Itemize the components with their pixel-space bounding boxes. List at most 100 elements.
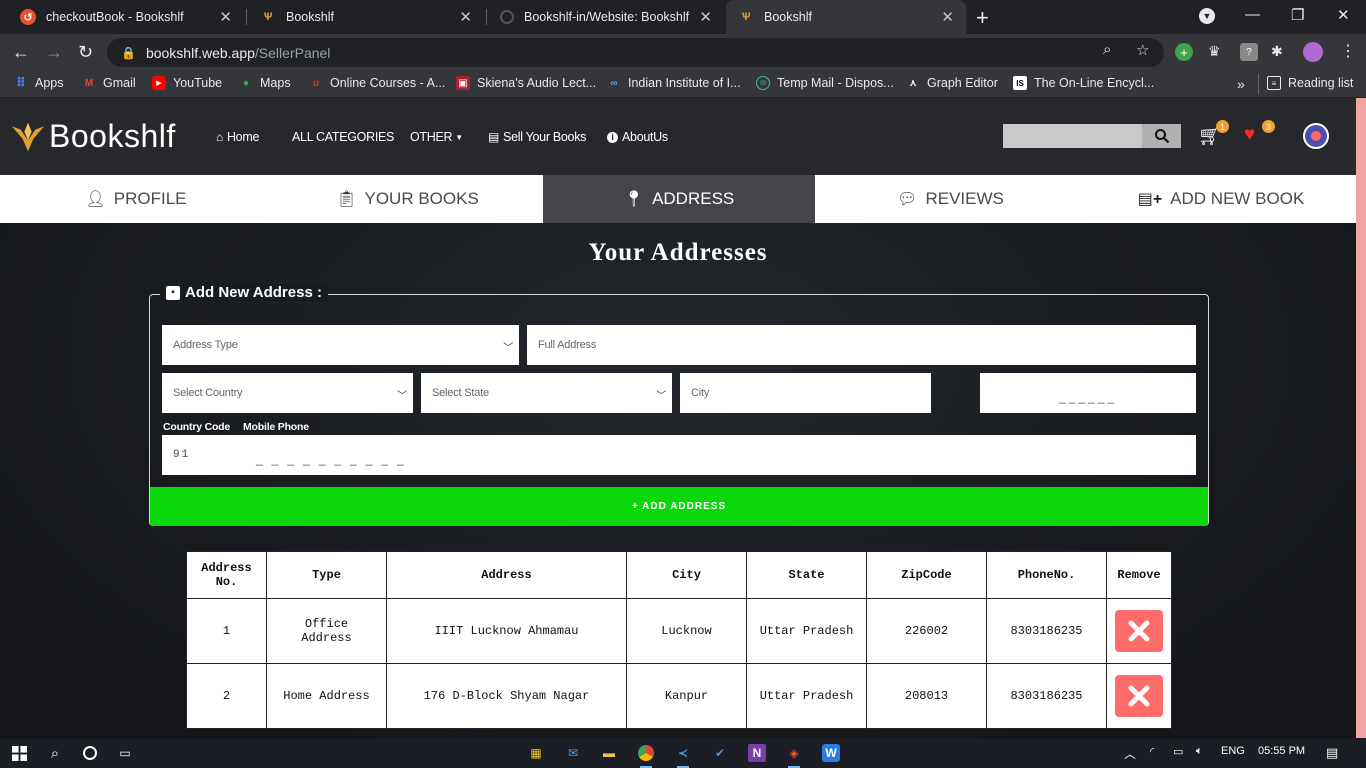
- cell-phone: 8303186235: [986, 663, 1107, 729]
- browser-menu-icon[interactable]: ⋮: [1340, 41, 1356, 61]
- browser-tab-checkout[interactable]: ↺ checkoutBook - Bookshlf ✕: [8, 0, 244, 34]
- mail-icon[interactable]: ✉: [564, 744, 582, 762]
- windows-start-icon[interactable]: [10, 744, 28, 762]
- close-tab-icon[interactable]: ✕: [219, 8, 232, 26]
- notifications-icon[interactable]: ▤: [1326, 745, 1338, 761]
- nav-home[interactable]: ⌂ Home: [216, 130, 259, 144]
- site-logo[interactable]: Bookshlf: [10, 118, 176, 155]
- file-explorer-icon[interactable]: ▬: [600, 744, 618, 762]
- volume-icon[interactable]: 🔈︎: [1196, 745, 1203, 758]
- bookmark-apps[interactable]: ⠿ Apps: [14, 75, 64, 90]
- nav-all-categories[interactable]: ALL CATEGORIES: [292, 130, 394, 144]
- clock[interactable]: 05:55 PM: [1258, 745, 1305, 757]
- youtube-icon: ▶: [152, 76, 166, 90]
- info-icon: i: [607, 131, 618, 143]
- wifi-icon[interactable]: ◜: [1150, 745, 1154, 758]
- form-legend: ▪ Add New Address :: [160, 284, 328, 301]
- add-address-form: ▪ Add New Address : Address Type ﹀ Full …: [149, 284, 1209, 526]
- url-host: bookshlf.web.app: [145, 44, 255, 61]
- bookmark-maps[interactable]: ● Maps: [239, 76, 291, 90]
- country-code-input[interactable]: 91: [162, 435, 240, 475]
- address-card-icon: ▪: [166, 285, 180, 300]
- site-search-input[interactable]: [1003, 124, 1142, 148]
- onenote-icon[interactable]: N: [748, 744, 766, 762]
- city-input[interactable]: City: [680, 373, 931, 413]
- forward-icon[interactable]: →: [45, 42, 63, 63]
- battery-icon[interactable]: ▭: [1173, 745, 1183, 758]
- close-tab-icon[interactable]: ✕: [941, 8, 954, 26]
- tab-add-new-book[interactable]: ▤+ ADD NEW BOOK: [1086, 175, 1356, 223]
- country-select[interactable]: Select Country ﹀: [162, 373, 413, 413]
- restore-icon[interactable]: ❐: [1291, 6, 1304, 24]
- browser-tab-github[interactable]: Bookshlf-in/Website: Bookshlf W ✕: [488, 0, 724, 34]
- vscode-icon[interactable]: ≺: [674, 744, 692, 768]
- cell-city: Kanpur: [626, 663, 747, 729]
- profile-avatar-icon[interactable]: [1303, 42, 1323, 62]
- minimize-icon[interactable]: —: [1245, 6, 1260, 23]
- bookmark-youtube[interactable]: ▶ YouTube: [152, 76, 222, 90]
- bookmark-online-courses[interactable]: u Online Courses - A...: [309, 76, 445, 90]
- reading-list[interactable]: ≡ Reading list: [1267, 76, 1353, 90]
- caret-down-icon: ▼: [455, 132, 463, 142]
- state-select[interactable]: Select State ﹀: [421, 373, 672, 413]
- pincode-input[interactable]: ______: [980, 373, 1196, 413]
- extension-cup-icon[interactable]: ♛: [1208, 43, 1226, 61]
- brave-icon[interactable]: ◈: [785, 744, 803, 768]
- bookmark-oeis[interactable]: IS The On-Line Encycl...: [1013, 76, 1154, 90]
- nav-other[interactable]: OTHER ▼: [410, 130, 463, 144]
- map-marker-icon: 📍︎: [623, 191, 645, 208]
- bookmarks-overflow[interactable]: »: [1237, 76, 1245, 92]
- browser-tab-bookshlf[interactable]: Ѱ Bookshlf ✕: [248, 0, 484, 34]
- tab-search-icon[interactable]: ▼: [1199, 8, 1215, 24]
- wishlist-heart-icon[interactable]: ♥: [1244, 124, 1255, 146]
- bookmark-star-icon[interactable]: ☆: [1136, 41, 1149, 59]
- nav-sell-books[interactable]: ▤ Sell Your Books: [488, 130, 586, 144]
- tab-reviews[interactable]: 💬︎ REVIEWS: [815, 175, 1086, 223]
- tab-your-books[interactable]: 📋︎ YOUR BOOKS: [272, 175, 543, 223]
- cell-type: Office Address: [266, 598, 387, 664]
- remove-address-button[interactable]: [1115, 675, 1163, 717]
- chrome-icon[interactable]: [637, 744, 655, 768]
- extension-shield-icon[interactable]: ?: [1240, 43, 1258, 61]
- add-address-button[interactable]: + ADD ADDRESS: [150, 487, 1208, 526]
- bookmark-graph-editor[interactable]: ⋏ Graph Editor: [906, 76, 998, 90]
- todo-icon[interactable]: ✔: [711, 744, 729, 762]
- bookmark-gmail[interactable]: M Gmail: [82, 76, 136, 90]
- mobile-phone-input[interactable]: __________: [240, 435, 1196, 475]
- site-search-button[interactable]: [1142, 124, 1181, 148]
- search-icon[interactable]: ⌕: [46, 744, 64, 762]
- reload-icon[interactable]: ↻: [78, 42, 93, 63]
- wps-icon[interactable]: W: [822, 744, 840, 762]
- address-bar[interactable]: 🔒 bookshlf.web.app/SellerPanel: [107, 38, 1164, 67]
- cortana-icon[interactable]: [81, 744, 99, 762]
- language-indicator[interactable]: ENG: [1221, 745, 1245, 757]
- bookmark-iiit[interactable]: ∞ Indian Institute of I...: [607, 76, 740, 90]
- user-avatar[interactable]: [1303, 123, 1329, 149]
- remove-address-button[interactable]: [1115, 610, 1163, 652]
- header-state: State: [746, 551, 867, 599]
- browser-tab-active[interactable]: Ѱ Bookshlf ✕: [726, 0, 966, 34]
- tab-profile[interactable]: 👤︎ PROFILE: [0, 175, 272, 223]
- tray-chevron-icon[interactable]: ︿: [1124, 745, 1136, 762]
- bookmark-skiena[interactable]: ▣ Skiena's Audio Lect...: [456, 76, 596, 90]
- nav-about-us[interactable]: i AboutUs: [607, 130, 668, 144]
- cell-address-no: 2: [186, 663, 267, 729]
- header-city: City: [626, 551, 747, 599]
- address-type-select[interactable]: Address Type ﹀: [162, 325, 519, 365]
- cell-zipcode: 226002: [866, 598, 987, 664]
- task-view-icon[interactable]: ▭: [116, 744, 134, 762]
- new-tab-icon[interactable]: +: [976, 5, 989, 31]
- browser-tab-bar: ↺ checkoutBook - Bookshlf ✕ Ѱ Bookshlf ✕…: [0, 0, 1366, 34]
- tab-address[interactable]: 📍︎ ADDRESS: [543, 175, 815, 223]
- close-tab-icon[interactable]: ✕: [699, 8, 712, 26]
- bookmark-temp-mail[interactable]: ✉ Temp Mail - Dispos...: [756, 76, 894, 90]
- page-scrollbar[interactable]: [1356, 98, 1366, 738]
- full-address-input[interactable]: Full Address: [527, 325, 1196, 365]
- back-icon[interactable]: ←: [12, 42, 30, 63]
- zoom-icon[interactable]: ⌕: [1103, 41, 1111, 58]
- extension-plus-icon[interactable]: +: [1175, 43, 1193, 61]
- extensions-puzzle-icon[interactable]: ✱: [1271, 43, 1289, 61]
- close-window-icon[interactable]: ✕: [1337, 6, 1350, 24]
- close-tab-icon[interactable]: ✕: [459, 8, 472, 26]
- store-icon[interactable]: ▦: [527, 744, 545, 762]
